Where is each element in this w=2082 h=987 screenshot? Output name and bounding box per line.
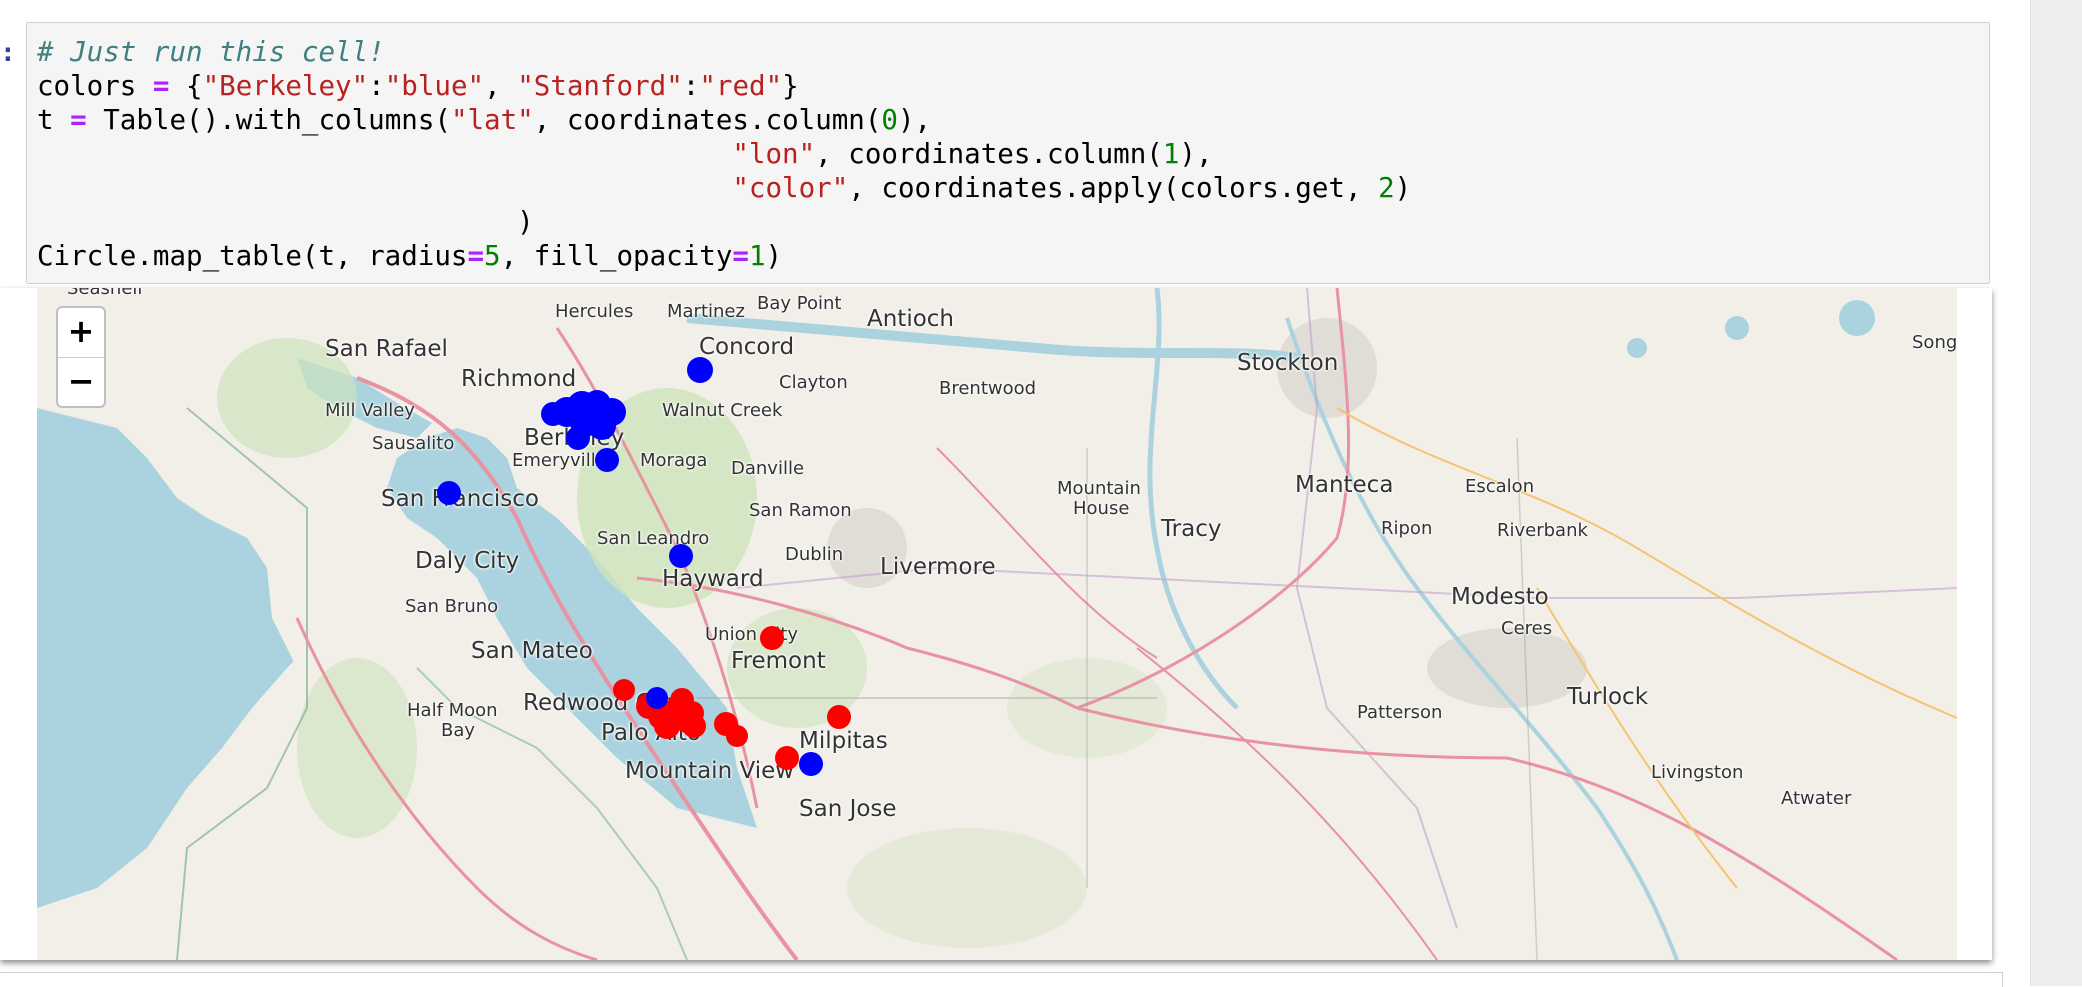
label-san-rafael: San Rafael <box>325 336 448 362</box>
label-half-moon: Half Moon <box>407 700 498 721</box>
next-cell-edge[interactable] <box>0 972 2003 987</box>
berkeley-marker[interactable] <box>588 412 616 440</box>
label-livingston: Livingston <box>1651 762 1744 783</box>
label-ripon: Ripon <box>1381 518 1433 539</box>
label-richmond: Richmond <box>461 366 577 392</box>
label-riverbank: Riverbank <box>1497 520 1588 541</box>
label-song: Song <box>1912 332 1957 353</box>
label-mountain-view: Mountain View <box>625 758 795 784</box>
label-manteca: Manteca <box>1295 472 1394 498</box>
berkeley-marker[interactable] <box>566 426 590 450</box>
label-seashell: Seashell <box>67 288 143 299</box>
zoom-out-button[interactable]: − <box>58 358 104 407</box>
berkeley-marker[interactable] <box>541 402 565 426</box>
label-dublin: Dublin <box>785 544 844 565</box>
label-walnut-creek: Walnut Creek <box>662 400 783 421</box>
stanford-marker[interactable] <box>654 713 680 739</box>
label-milpitas: Milpitas <box>799 728 888 754</box>
label-house: House <box>1073 498 1130 519</box>
label-escalon: Escalon <box>1465 476 1535 497</box>
label-emeryville: Emeryville <box>512 450 607 471</box>
berkeley-marker[interactable] <box>437 481 461 505</box>
label-fremont: Fremont <box>731 648 826 674</box>
label-livermore: Livermore <box>880 554 996 580</box>
berkeley-marker[interactable] <box>669 544 693 568</box>
label-union-city: Union City <box>705 624 799 645</box>
label-tracy: Tracy <box>1161 516 1222 542</box>
label-turlock: Turlock <box>1567 684 1649 710</box>
window-scrollbar[interactable] <box>2030 0 2082 986</box>
label-brentwood: Brentwood <box>939 378 1037 399</box>
label-san-leandro: San Leandro <box>597 528 710 549</box>
label-antioch: Antioch <box>867 306 955 332</box>
stanford-marker[interactable] <box>827 705 851 729</box>
label-moraga: Moraga <box>640 450 708 471</box>
stanford-marker[interactable] <box>613 679 635 701</box>
label-san-jose: San Jose <box>799 796 897 822</box>
label-hayward: Hayward <box>662 566 764 592</box>
label-mountain: Mountain <box>1057 478 1141 499</box>
label-sausalito: Sausalito <box>372 433 455 454</box>
label-modesto: Modesto <box>1451 584 1549 610</box>
label-half-moon-bay: Bay <box>441 720 476 741</box>
zoom-in-button[interactable]: + <box>58 308 104 358</box>
label-stockton: Stockton <box>1237 350 1339 376</box>
label-mill-valley: Mill Valley <box>325 400 415 421</box>
label-patterson: Patterson <box>1357 702 1443 723</box>
code-comment: # Just run this cell! <box>37 36 385 68</box>
map-view[interactable]: Seashell Hercules Martinez Bay Point Ant… <box>37 288 1957 960</box>
label-hercules: Hercules <box>555 301 634 322</box>
berkeley-marker[interactable] <box>799 752 823 776</box>
stanford-marker[interactable] <box>682 714 706 738</box>
stanford-marker[interactable] <box>726 725 748 747</box>
label-martinez: Martinez <box>667 301 745 322</box>
label-san-ramon: San Ramon <box>749 500 852 521</box>
label-atwater: Atwater <box>1781 788 1852 809</box>
output-area: Seashell Hercules Martinez Bay Point Ant… <box>0 288 1992 960</box>
label-concord: Concord <box>699 334 795 360</box>
label-san-bruno: San Bruno <box>405 596 499 617</box>
berkeley-marker[interactable] <box>595 448 619 472</box>
zoom-control: + − <box>56 306 106 408</box>
label-bay-point: Bay Point <box>757 293 842 314</box>
stanford-marker[interactable] <box>760 626 784 650</box>
label-clayton: Clayton <box>779 372 848 393</box>
label-daly-city: Daly City <box>415 548 520 574</box>
code-cell-editor[interactable]: # Just run this cell! colors = {"Berkele… <box>26 22 1990 284</box>
berkeley-marker[interactable] <box>687 357 713 383</box>
code-text[interactable]: # Just run this cell! colors = {"Berkele… <box>37 35 1411 273</box>
label-san-mateo: San Mateo <box>471 638 593 664</box>
input-prompt: : <box>0 38 16 68</box>
label-ceres: Ceres <box>1501 618 1553 639</box>
label-danville: Danville <box>731 458 805 479</box>
stanford-marker[interactable] <box>775 746 799 770</box>
berkeley-marker[interactable] <box>646 687 668 709</box>
